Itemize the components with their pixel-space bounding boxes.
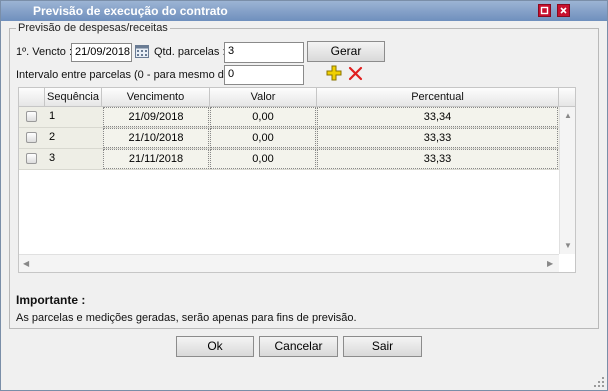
cancel-button[interactable]: Cancelar (259, 336, 338, 357)
resize-grip-icon[interactable] (593, 376, 605, 388)
header-checkbox-column (19, 88, 45, 106)
row-checkbox[interactable] (26, 153, 37, 164)
row-value[interactable]: 0,00 (210, 107, 316, 127)
row-checkbox[interactable] (26, 132, 37, 143)
calendar-icon[interactable] (135, 43, 149, 59)
row-percentage[interactable]: 33,34 (317, 107, 558, 127)
row-value[interactable]: 0,00 (210, 149, 316, 169)
add-icon[interactable] (326, 65, 342, 81)
header-percentage[interactable]: Percentual (317, 88, 559, 106)
exit-button[interactable]: Sair (343, 336, 422, 357)
table-row[interactable]: 3 21/11/2018 0,00 33,33 (19, 149, 559, 170)
note-text: As parcelas e medições geradas, serão ap… (16, 312, 357, 324)
header-sequence[interactable]: Sequência (45, 88, 102, 106)
scroll-down-icon[interactable]: ▼ (564, 241, 572, 250)
interval-label: Intervalo entre parcelas (0 - para mesmo… (16, 69, 243, 81)
header-value[interactable]: Valor (210, 88, 317, 106)
installments-grid: Sequência Vencimento Valor Percentual 1 … (18, 87, 576, 273)
table-row[interactable]: 1 21/09/2018 0,00 33,34 (19, 107, 559, 128)
header-scroll-corner (559, 88, 575, 106)
row-percentage[interactable]: 33,33 (317, 128, 558, 148)
interval-input[interactable]: 0 (224, 65, 304, 85)
scroll-left-icon[interactable]: ◀ (23, 259, 29, 268)
generate-button[interactable]: Gerar (307, 41, 385, 62)
grid-header: Sequência Vencimento Valor Percentual (19, 88, 575, 107)
scroll-right-icon[interactable]: ▶ (547, 259, 553, 268)
delete-icon[interactable] (348, 66, 363, 81)
row-due-date[interactable]: 21/11/2018 (103, 149, 209, 169)
fieldset-legend: Previsão de despesas/receitas (16, 22, 170, 34)
close-icon[interactable] (557, 4, 570, 17)
row-due-date[interactable]: 21/09/2018 (103, 107, 209, 127)
note-title: Importante : (16, 293, 86, 307)
row-sequence: 1 (49, 110, 56, 122)
row-sequence: 2 (49, 131, 56, 143)
vertical-scrollbar[interactable]: ▲ ▼ (559, 107, 575, 254)
title-bar[interactable]: Previsão de execução do contrato (1, 1, 607, 21)
row-due-date[interactable]: 21/10/2018 (103, 128, 209, 148)
ok-button[interactable]: Ok (176, 336, 254, 357)
horizontal-scrollbar[interactable]: ◀ ▶ (19, 254, 559, 272)
installments-label: Qtd. parcelas : (154, 46, 226, 58)
first-due-input[interactable]: 21/09/2018 (71, 43, 132, 62)
header-due-date[interactable]: Vencimento (102, 88, 210, 106)
dialog-window: Previsão de execução do contrato Previsã… (0, 0, 608, 391)
row-value[interactable]: 0,00 (210, 128, 316, 148)
first-due-label: 1º. Vencto : (16, 46, 72, 58)
maximize-icon[interactable] (538, 4, 551, 17)
scroll-up-icon[interactable]: ▲ (564, 111, 572, 120)
table-row[interactable]: 2 21/10/2018 0,00 33,33 (19, 128, 559, 149)
row-percentage[interactable]: 33,33 (317, 149, 558, 169)
row-checkbox[interactable] (26, 111, 37, 122)
window-title: Previsão de execução do contrato (33, 4, 228, 18)
row-sequence: 3 (49, 152, 56, 164)
installments-input[interactable]: 3 (224, 42, 304, 63)
